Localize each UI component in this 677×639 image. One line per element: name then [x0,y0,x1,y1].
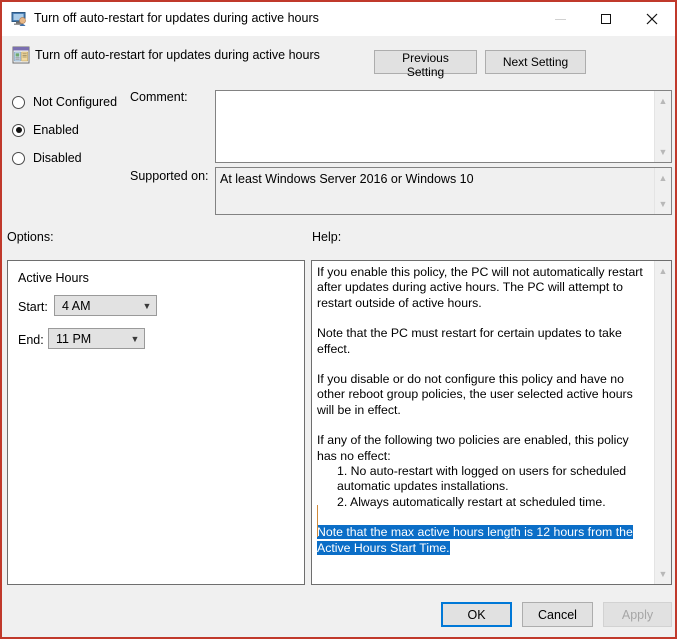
help-scrollbar[interactable]: ▲ ▼ [654,261,671,584]
title-bar: Turn off auto-restart for updates during… [2,2,675,36]
active-hours-group-title: Active Hours [18,271,89,285]
help-panel[interactable]: If you enable this policy, the PC will n… [311,260,672,585]
help-selected-note: Note that the max active hours length is… [317,525,644,556]
scroll-down-icon[interactable]: ▼ [655,196,671,212]
maximize-icon [601,14,611,24]
radio-enabled-label: Enabled [33,123,79,137]
help-condition-item: 1. No auto-restart with logged on users … [337,464,627,494]
scroll-up-icon[interactable]: ▲ [655,263,671,279]
scroll-down-icon[interactable]: ▼ [655,566,671,582]
comment-label: Comment: [130,90,188,104]
group-policy-setting-icon [12,46,30,64]
supported-on-scrollbar[interactable]: ▲ ▼ [654,168,671,214]
window-controls [537,2,675,36]
window-title: Turn off auto-restart for updates during… [34,11,319,25]
radio-enabled-indicator [12,123,25,137]
start-time-value: 4 AM [62,298,91,313]
help-condition-item: 2. Always automatically restart at sched… [337,494,606,509]
computer-user-icon [11,12,26,26]
maximize-button[interactable] [583,2,629,36]
help-paragraph: If you enable this policy, the PC will n… [317,265,643,310]
end-time-dropdown[interactable]: 11 PM ▼ [48,328,145,349]
end-time-value: 11 PM [56,331,92,346]
minimize-icon [554,18,566,20]
close-button[interactable] [629,2,675,36]
comment-scrollbar[interactable]: ▲ ▼ [654,91,671,162]
supported-on-value: At least Windows Server 2016 or Windows … [220,172,474,186]
help-section-label: Help: [312,230,342,244]
ok-button[interactable]: OK [441,602,512,627]
scroll-up-icon[interactable]: ▲ [655,93,671,109]
chevron-down-icon: ▼ [142,300,152,311]
radio-not-configured[interactable]: Not Configured [12,95,117,109]
options-section-label: Options: [7,230,54,244]
help-paragraph: Note that the PC must restart for certai… [317,326,622,356]
scroll-down-icon[interactable]: ▼ [655,144,671,160]
end-label: End: [18,333,44,347]
policy-setting-dialog: Turn off auto-restart for updates during… [0,0,677,639]
cancel-button[interactable]: Cancel [522,602,593,627]
setting-title: Turn off auto-restart for updates during… [35,48,320,62]
radio-disabled[interactable]: Disabled [12,151,82,165]
previous-setting-button[interactable]: Previous Setting [374,50,477,79]
scroll-up-icon[interactable]: ▲ [655,170,671,186]
radio-enabled[interactable]: Enabled [12,123,79,137]
text-caret [317,505,318,537]
supported-on-label: Supported on: [130,169,209,183]
radio-not-configured-label: Not Configured [33,95,118,109]
start-time-dropdown[interactable]: 4 AM ▼ [54,295,157,316]
chevron-down-icon: ▼ [130,333,140,344]
help-paragraph: If you disable or do not configure this … [317,372,633,417]
start-label: Start: [18,300,48,314]
minimize-button[interactable] [537,2,583,36]
apply-button[interactable]: Apply [603,602,672,627]
supported-on-field[interactable]: At least Windows Server 2016 or Windows … [215,167,672,215]
comment-input[interactable]: ▲ ▼ [215,90,672,163]
options-panel: Active Hours Start: 4 AM ▼ End: 11 PM ▼ [7,260,305,585]
radio-disabled-indicator [12,151,25,165]
selected-text: Note that the max active hours length is… [317,525,633,555]
help-conditions-intro: If any of the following two policies are… [317,433,629,463]
radio-not-configured-indicator [12,95,25,109]
close-icon [646,13,658,25]
radio-disabled-label: Disabled [33,151,82,165]
help-text-content: If you enable this policy, the PC will n… [317,265,644,556]
next-setting-button[interactable]: Next Setting [485,50,586,74]
